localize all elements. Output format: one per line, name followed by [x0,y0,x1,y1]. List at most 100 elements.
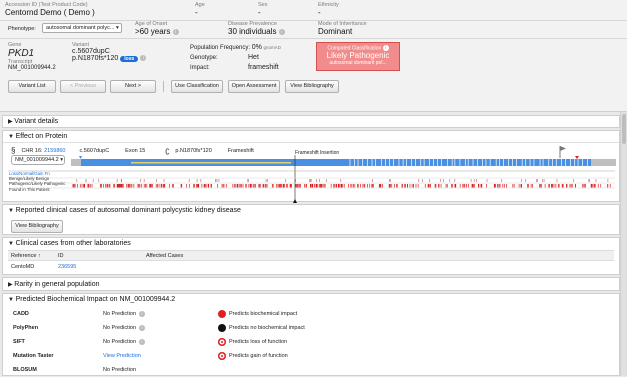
ring-dot-icon [218,338,226,346]
dot-icon [218,310,226,318]
patient-variant-marker-icon [293,199,297,203]
phenotype-select[interactable]: autosomal dominant polyc... ▾ [42,23,122,33]
next-button[interactable]: Next > [110,80,156,93]
sex-value: - [258,8,261,17]
expand-triangle-icon: ▶ [8,119,13,125]
predicted-impact-section: ▼ Predicted Biochemical Impact on NM_001… [2,293,620,376]
prediction-row: Mutation Taster View Prediction [13,349,213,363]
row-reference: CentoMD [11,264,35,271]
inheritance-value: Dominant [318,27,353,36]
toolbar-divider [163,81,164,92]
onset-value: >60 years [135,27,171,36]
loss-badge: loss [120,56,139,62]
predicted-header[interactable]: ▼ Predicted Biochemical Impact on NM_001… [8,296,175,303]
end-marker-icon [575,156,579,159]
previous-button[interactable]: < Previous [60,80,106,93]
reported-bibliography-button[interactable]: View Bibliography [11,220,63,233]
legend-item: Predicts biochemical impact [218,307,418,321]
reported-header[interactable]: ▼ Reported clinical cases of autosomal d… [8,207,241,214]
legend-item: Predicts loss of function [218,335,418,349]
variant-list-button[interactable]: Variant List [8,80,56,93]
start-marker-icon [79,156,82,159]
prediction-value: No Prediction [103,311,137,317]
effect-title: Effect on Protein [15,133,68,140]
cdna-value: c.5607dupC [72,48,110,55]
collapse-triangle-icon: ▼ [8,134,14,140]
transcript-value: NM_001009944.2 [8,65,56,71]
clinical-cases-section: ▼ Clinical cases from other laboratories… [2,237,620,275]
scrollbar[interactable] [620,112,627,376]
predictions-list: CADD No Prediction i PolyPhen No Prediction i… [13,307,213,377]
flag-icon[interactable] [559,146,566,158]
legend-label: Predicts gain of function [229,353,288,359]
info-icon[interactable]: i [139,339,146,345]
prediction-link[interactable]: View Prediction [103,353,141,359]
legend-label: Predicts biochemical impact [229,311,298,317]
collapse-triangle-icon: ▼ [8,208,14,214]
rarity-title: Rarity in general population [14,281,100,288]
impact-value: frameshift [248,64,279,71]
prediction-tool: PolyPhen [13,325,39,331]
protein-value: p.N1870fs*120 [72,55,119,62]
prediction-tool: CADD [13,311,29,317]
reported-title: Reported clinical cases of autosomal dom… [15,207,241,214]
legend-item: Predicts no biochemical impact [218,321,418,335]
prediction-tool: BLOSUM [13,367,37,373]
benign-track-marks [76,179,609,182]
collapse-triangle-icon: ▼ [8,241,14,247]
prediction-value: No Prediction [103,339,137,345]
predicted-title: Predicted Biochemical Impact on NM_00100… [15,296,176,303]
info-icon[interactable]: i [278,28,285,35]
clinical-header[interactable]: ▼ Clinical cases from other laboratories [8,240,131,247]
table-row: CentoMD 236595 [8,261,614,274]
col-id[interactable]: ID [58,251,146,261]
effect-on-protein-section: ▼ Effect on Protein § CHR 16: 2159860 c.… [2,130,620,203]
phenotype-label: Phenotype: [8,26,36,32]
reported-cases-section: ▼ Reported clinical cases of autosomal d… [2,204,620,235]
genotype-value: Het [248,54,259,61]
prevalence-value: 30 individuals [228,27,277,36]
prediction-value: No Prediction [103,367,137,373]
track-found-label: Found in This Patient [9,186,50,192]
info-icon[interactable]: i [140,55,147,62]
popfreq-label: Population Frequency: [190,45,251,51]
accession-value: Centornd Demo ( Demo ) [5,8,95,17]
rarity-section[interactable]: ▶ Rarity in general population [2,277,620,291]
legend-label: Predicts loss of function [229,339,288,345]
prediction-value: No Prediction [103,325,137,331]
protein-track-svg [8,146,616,203]
expand-triangle-icon: ▶ [8,282,13,288]
classification-value: Likely Pathogenic [326,51,390,61]
track-pathogenic-label: Pathogenic/Likely Pathogenic [9,181,66,187]
prediction-row: BLOSUM No Prediction [13,363,213,377]
impact-label: Impact: [190,65,210,71]
clinical-title: Clinical cases from other laboratories [15,240,131,247]
popfreq-source: gnomAD [263,45,282,50]
open-assessment-button[interactable]: Open Assessment [228,80,280,93]
view-bibliography-button[interactable]: View Bibliography [285,80,339,93]
clinical-cases-table: Reference ↑ ID Affected Cases CentoMD 23… [8,250,614,274]
ring-dot-icon [218,352,226,360]
prediction-row: SIFT No Prediction i [13,335,213,349]
ethnicity-value: - [318,8,321,17]
prediction-row: CADD No Prediction i [13,307,213,321]
row-id-link[interactable]: 236595 [58,261,146,274]
info-icon[interactable]: i [139,325,146,331]
case-header: Accession ID (Test Product Code) Centornd… [0,0,627,112]
col-reference[interactable]: Reference ↑ [8,251,58,261]
info-icon[interactable]: i [172,28,179,35]
effect-header[interactable]: ▼ Effect on Protein [8,133,67,140]
legend-item: Predicts gain of function [218,349,418,363]
genotype-label: Genotype: [190,55,218,61]
use-classification-button[interactable]: Use Classification [171,80,223,93]
dot-icon [218,324,226,332]
col-affected-cases[interactable]: Affected Cases [146,251,614,261]
variant-details-section[interactable]: ▶ Variant details [2,115,620,128]
prediction-row: PolyPhen No Prediction i [13,321,213,335]
variant-details-title: Variant details [14,118,59,125]
info-icon[interactable]: i [139,311,146,317]
classification-box[interactable]: Computed Classification i Likely Pathoge… [316,42,400,71]
prediction-legend: Predicts biochemical impact Predicts no b… [218,307,418,363]
legend-label: Predicts no biochemical impact [229,325,305,331]
classification-sub: autosomal dominant pol... [329,60,387,67]
